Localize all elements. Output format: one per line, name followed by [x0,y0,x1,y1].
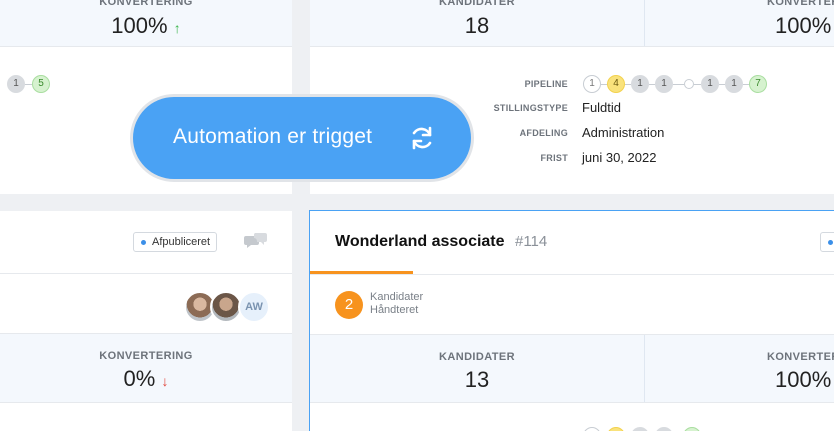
handled-label: Håndteret [370,304,419,316]
pipeline-label: PIPELINE [524,79,568,89]
pipeline-connector [25,84,32,85]
metric-label: KANDIDATER [439,351,515,363]
pipeline-step: 5 [32,75,50,93]
pipeline-step: 1 [631,75,649,93]
job-card-bottom-left[interactable]: Afpubliceret AW KONVERTERING 0% ↓ [0,211,292,431]
afdeling-value: Administration [582,125,665,140]
metric-conversion: KONVERTERING 100% [645,335,834,402]
metric-value: 13 [464,367,490,392]
divider [0,402,292,403]
divider [310,46,834,47]
afdeling-label: AFDELING [519,128,568,138]
pipeline-step: 1 [7,75,25,93]
status-badge: Afpubliceret [133,232,218,252]
pipeline-step: 1 [655,75,673,93]
job-id: #114 [514,233,548,250]
metric-value: 100% [775,367,832,392]
metric-value: 0% ↓ [123,366,169,391]
pipeline-step [631,427,649,431]
metric-label: KONVERTERING [767,0,834,8]
stillingstype-value: Fuldtid [582,100,622,115]
handled-count-badge: 2 [335,291,363,319]
metric-label: KANDIDATER [439,0,515,8]
pipeline-step: 1 [725,75,743,93]
job-title-row[interactable]: Wonderland associate #114 [335,233,547,251]
candidates-label: Kandidater [370,291,424,303]
pipeline-step [684,79,694,89]
pipeline-step: 1 [701,75,719,93]
pipeline-connector [694,84,701,85]
status-badge [820,232,834,252]
toast-label: Automation er trigget [173,125,373,148]
stillingstype-label: STILLINGSTYPE [493,103,568,113]
comments-icon[interactable] [244,233,268,251]
metric-candidates: KANDIDATER 13 [310,335,644,402]
divider [310,274,834,275]
metric-conversion: KONVERTERING 0% ↓ [0,334,292,402]
job-title[interactable]: Wonderland associate [335,233,505,250]
pipeline-step: 7 [749,75,767,93]
metric-conversion: KONVERTERING 100% ↑ [0,0,292,46]
refresh-icon [409,125,435,151]
metric-value: 100% ↑ [111,13,181,38]
arrow-down-icon: ↓ [161,373,169,389]
metric-label: KONVERTERING [99,350,193,362]
pipeline-connector [673,84,684,85]
metric-label: KONVERTERING [99,0,193,8]
automation-triggered-toast[interactable]: Automation er trigget [133,97,471,179]
arrow-up-icon: ↑ [173,20,181,36]
divider [310,402,834,403]
divider [0,273,292,274]
divider [0,46,292,47]
frist-value: juni 30, 2022 [582,150,657,165]
pipeline-step: 1 [583,75,601,93]
pipeline-step [607,427,625,431]
pipeline-step: 4 [607,75,625,93]
job-card-bottom-right[interactable]: Wonderland associate #114 2 Kandidater H… [309,210,834,431]
pipeline-step [583,427,601,431]
avatar: AW [238,291,270,323]
frist-label: FRIST [540,153,568,163]
metric-candidates: KANDIDATER 18 [310,0,644,46]
metric-value: 18 [464,13,490,38]
pipeline-step [655,427,673,431]
metric-label: KONVERTERING [767,351,834,363]
pipeline-step [683,427,701,431]
metric-value: 100% [775,13,832,38]
metric-conversion: KONVERTERING 100% [645,0,834,46]
